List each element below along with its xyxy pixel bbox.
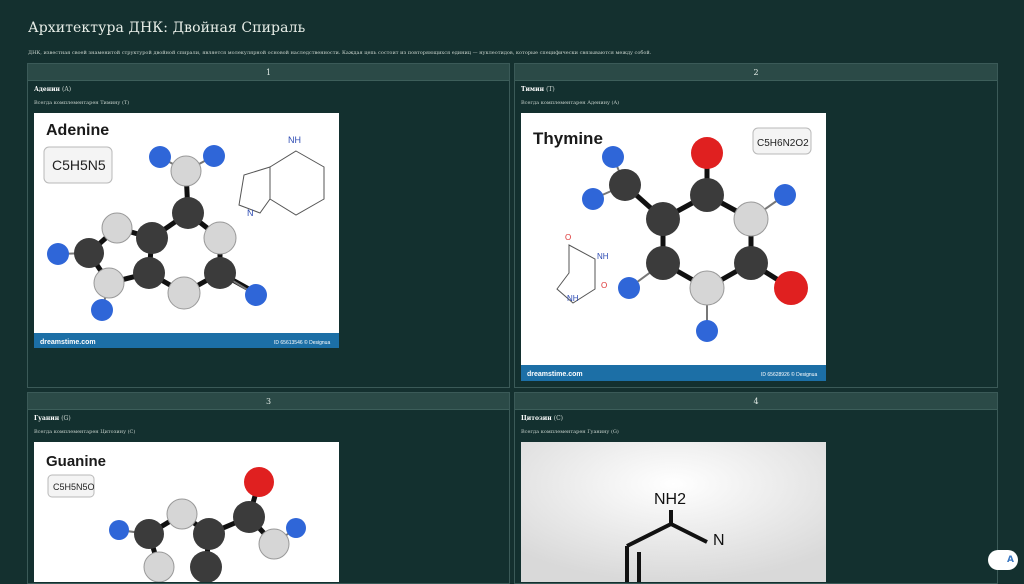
card-description: Всегда комплементарен Тимину (T): [34, 100, 130, 106]
card-number: 3: [28, 393, 509, 410]
nucleotide-symbol: (C): [553, 415, 564, 422]
svg-text:NH: NH: [567, 294, 579, 303]
nucleotide-symbol: (A): [62, 86, 72, 93]
card-name: Цитозин (C): [521, 415, 563, 422]
image-watermark: dreamstime.com: [40, 339, 96, 346]
page-title: Архитектура ДНК: Двойная Спираль: [28, 20, 306, 36]
card-number: 4: [515, 393, 997, 410]
image-formula: C5H5N5O: [53, 482, 95, 492]
image-formula: C5H5N5: [52, 157, 106, 173]
nucleotide-symbol: (G): [61, 415, 71, 422]
card-number: 2: [515, 64, 997, 81]
image-watermark: dreamstime.com: [527, 371, 583, 378]
cytosine-image: NH2 N: [521, 442, 826, 582]
svg-text:NH: NH: [597, 252, 609, 261]
card-description: Всегда комплементарен Цитозину (C): [34, 429, 136, 435]
floating-action-button[interactable]: A: [988, 550, 1018, 570]
image-label-n: N: [713, 532, 725, 549]
svg-text:O: O: [565, 233, 571, 242]
card-name: Тимин (T): [521, 86, 555, 93]
image-id: ID 65628926 © Designua: [761, 371, 817, 378]
card-thymine: 2 Тимин (T) Всегда комплементарен Аденин…: [514, 63, 998, 388]
adenine-image: Adenine C5H5N5 NH N dreamstime.com ID 65…: [34, 113, 339, 348]
svg-text:N: N: [247, 208, 254, 218]
image-formula: C5H6N2O2: [757, 138, 809, 149]
image-heading: Adenine: [46, 122, 109, 139]
image-heading: Thymine: [533, 129, 603, 148]
page-subtitle: ДНК, известная своей знаменитой структур…: [28, 50, 652, 56]
nucleotide-name: Цитозин: [521, 415, 552, 422]
image-id: ID 65613546 © Designua: [274, 339, 330, 346]
guanine-image: Guanine C5H5N5O: [34, 442, 339, 582]
svg-text:O: O: [601, 281, 607, 290]
image-heading: Guanine: [46, 453, 106, 470]
card-description: Всегда комплементарен Аденину (A): [521, 100, 620, 106]
nucleotide-name: Тимин: [521, 86, 544, 93]
card-adenine: 1 Аденин (A) Всегда комплементарен Тимин…: [27, 63, 510, 388]
nucleotide-name: Аденин: [34, 86, 60, 93]
nucleotide-symbol: (T): [546, 86, 555, 93]
card-cytosine: 4 Цитозин (C) Всегда комплементарен Гуан…: [514, 392, 998, 584]
svg-text:NH: NH: [288, 135, 301, 145]
nucleotide-name: Гуанин: [34, 415, 60, 422]
image-label-nh2: NH2: [654, 491, 686, 508]
card-name: Гуанин (G): [34, 415, 71, 422]
thymine-image: Thymine C5H6N2O2 O NH O NH dreamstime.co…: [521, 113, 826, 381]
card-description: Всегда комплементарен Гуанину (G): [521, 429, 619, 435]
card-guanine: 3 Гуанин (G) Всегда комплементарен Цитоз…: [27, 392, 510, 584]
card-number: 1: [28, 64, 509, 81]
card-name: Аденин (A): [34, 86, 71, 93]
